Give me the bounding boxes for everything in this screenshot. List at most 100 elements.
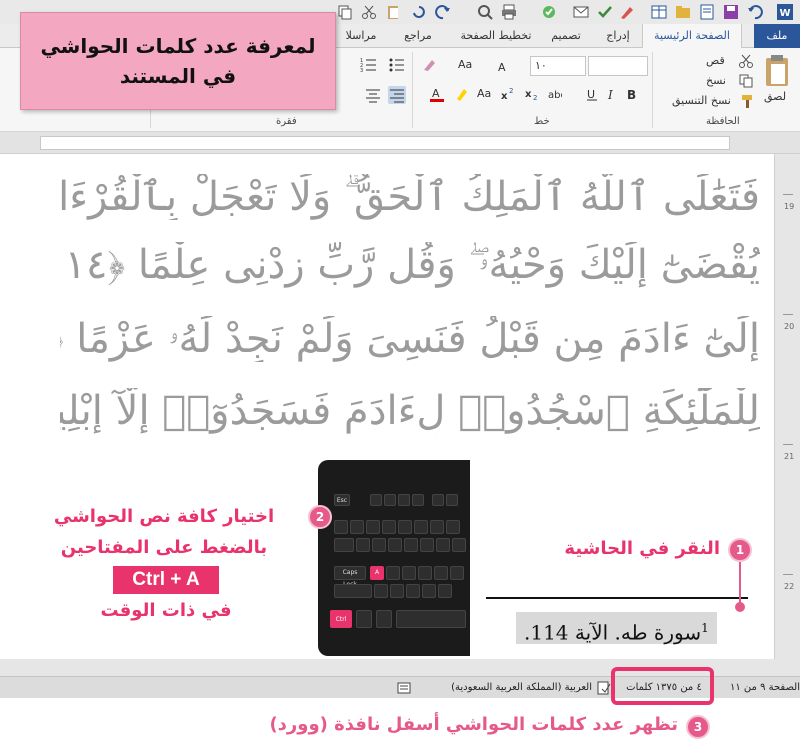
footnote-content: سورة طه. الآية 114. bbox=[524, 620, 702, 645]
redo-icon[interactable] bbox=[434, 3, 452, 21]
svg-text:U: U bbox=[587, 88, 595, 101]
format-painter-label: نسخ التنسيق bbox=[672, 94, 731, 107]
step-2-line-3: في ذات الوقت bbox=[100, 600, 232, 621]
tab-home[interactable]: الصفحة الرئيسية bbox=[642, 24, 742, 49]
copy-small-icon[interactable] bbox=[336, 3, 354, 21]
clear-format-icon[interactable] bbox=[420, 56, 438, 74]
superscript-icon[interactable]: x2 bbox=[500, 86, 518, 104]
font-color-icon[interactable]: A bbox=[428, 86, 446, 104]
ribbon-separator bbox=[412, 52, 413, 128]
svg-text:B: B bbox=[627, 88, 636, 102]
draw-icon[interactable] bbox=[618, 3, 636, 21]
brush-icon bbox=[742, 95, 752, 108]
svg-text:W: W bbox=[779, 8, 790, 19]
underline-icon[interactable]: U bbox=[584, 86, 600, 104]
tab-references[interactable]: مراجع bbox=[388, 24, 448, 48]
svg-text:Aa: Aa bbox=[477, 87, 491, 100]
spelling-icon[interactable] bbox=[540, 3, 558, 21]
key bbox=[366, 520, 380, 534]
key bbox=[356, 538, 370, 552]
ruler-tick bbox=[783, 314, 793, 315]
print-icon[interactable] bbox=[500, 3, 518, 21]
repeat-icon[interactable] bbox=[410, 3, 428, 21]
align-right-icon[interactable] bbox=[388, 86, 406, 104]
step-3-badge: 3 bbox=[686, 715, 710, 739]
strikethrough-icon[interactable]: abc bbox=[546, 86, 566, 104]
status-language[interactable]: العربية (المملكة العربية السعودية) bbox=[432, 677, 592, 699]
subscript-icon[interactable]: x2 bbox=[524, 86, 542, 104]
key bbox=[446, 520, 460, 534]
title-note-box: لمعرفة عدد كلمات الحواشي في المستند bbox=[20, 12, 336, 110]
preview-icon[interactable] bbox=[476, 3, 494, 21]
key bbox=[384, 494, 396, 506]
copy-button[interactable]: نسخ bbox=[706, 72, 756, 90]
numbering-icon[interactable]: 123 bbox=[360, 56, 378, 74]
highlight-icon[interactable]: Aa bbox=[474, 86, 492, 104]
font-size-box[interactable]: ١٠ bbox=[530, 56, 586, 76]
bullets-icon[interactable] bbox=[388, 56, 406, 74]
italic-icon[interactable]: I bbox=[604, 86, 620, 104]
footnote-number: 1 bbox=[701, 621, 709, 635]
svg-text:abc: abc bbox=[548, 90, 562, 101]
status-page[interactable]: الصفحة ٩ من ١١ bbox=[722, 677, 800, 699]
key bbox=[406, 584, 420, 598]
step-2-line-1: اختيار كافة نص الحواشي bbox=[53, 506, 275, 527]
ruler-number: 20 bbox=[784, 322, 795, 331]
open-icon[interactable] bbox=[674, 3, 692, 21]
key bbox=[438, 584, 452, 598]
key-caps-lock: Caps Lock bbox=[334, 566, 366, 588]
check-icon[interactable] bbox=[596, 3, 614, 21]
copy-label: نسخ bbox=[706, 74, 726, 87]
align-center-icon[interactable] bbox=[364, 86, 382, 104]
key bbox=[334, 520, 348, 534]
save-icon[interactable] bbox=[722, 3, 740, 21]
horizontal-ruler[interactable] bbox=[0, 132, 800, 154]
font-name-box[interactable] bbox=[588, 56, 648, 76]
key bbox=[412, 494, 424, 506]
key bbox=[398, 494, 410, 506]
tab-design[interactable]: تصميم bbox=[540, 24, 592, 48]
tab-mailings[interactable]: مراسلا bbox=[338, 24, 384, 48]
cut-button[interactable]: قص bbox=[706, 52, 756, 70]
tab-file[interactable]: ملف bbox=[754, 24, 800, 48]
key bbox=[390, 584, 404, 598]
email-icon[interactable] bbox=[572, 3, 590, 21]
footnote-text[interactable]: 1سورة طه. الآية 114. bbox=[516, 612, 717, 645]
key bbox=[436, 538, 450, 552]
copy-icon bbox=[739, 74, 753, 88]
step-3-text: تظهر عدد كلمات الحواشي أسفل نافذة (وورد) bbox=[269, 714, 678, 735]
undo-icon[interactable] bbox=[746, 3, 764, 21]
key bbox=[434, 566, 448, 580]
step-2-line-2: بالضغط على المفتاحين bbox=[60, 537, 268, 558]
paste-button[interactable] bbox=[762, 54, 792, 90]
proofing-icon[interactable] bbox=[596, 677, 612, 699]
tab-insert[interactable]: إدراج bbox=[598, 24, 638, 48]
font-size-value: ١٠ bbox=[535, 59, 547, 72]
ruler-page-area bbox=[40, 136, 730, 150]
text-effects-icon[interactable] bbox=[454, 86, 472, 104]
title-line-1: لمعرفة عدد كلمات الحواشي bbox=[40, 34, 316, 58]
vertical-ruler[interactable]: 19 20 21 22 bbox=[774, 154, 800, 659]
bold-icon[interactable]: B bbox=[624, 86, 640, 104]
clipboard-group-label: الحافظة bbox=[706, 116, 740, 127]
key bbox=[446, 494, 458, 506]
svg-text:3: 3 bbox=[360, 68, 363, 74]
key bbox=[418, 566, 432, 580]
macro-icon[interactable] bbox=[396, 677, 412, 699]
key bbox=[398, 520, 412, 534]
document-icon[interactable] bbox=[698, 3, 716, 21]
tab-layout[interactable]: تخطيط الصفحة bbox=[456, 24, 536, 48]
key bbox=[356, 610, 372, 628]
ribbon-separator bbox=[652, 52, 653, 128]
font-shrink-icon[interactable]: A bbox=[496, 58, 512, 76]
font-grow-button[interactable]: Aa bbox=[458, 58, 472, 71]
ruler-number: 21 bbox=[784, 452, 795, 461]
paste-small-icon[interactable] bbox=[384, 3, 402, 21]
format-painter-button[interactable]: نسخ التنسيق bbox=[660, 92, 756, 110]
quran-line: فَتَعَٰلَى ٱللَّهُ ٱلْمَلِكُ ٱلْحَقُّ ۗ … bbox=[60, 174, 760, 220]
svg-text:x: x bbox=[525, 89, 532, 100]
key-ctrl: Ctrl bbox=[330, 610, 352, 628]
table-icon[interactable] bbox=[650, 3, 668, 21]
cut-small-icon[interactable] bbox=[360, 3, 378, 21]
word-count-highlight bbox=[611, 667, 714, 705]
